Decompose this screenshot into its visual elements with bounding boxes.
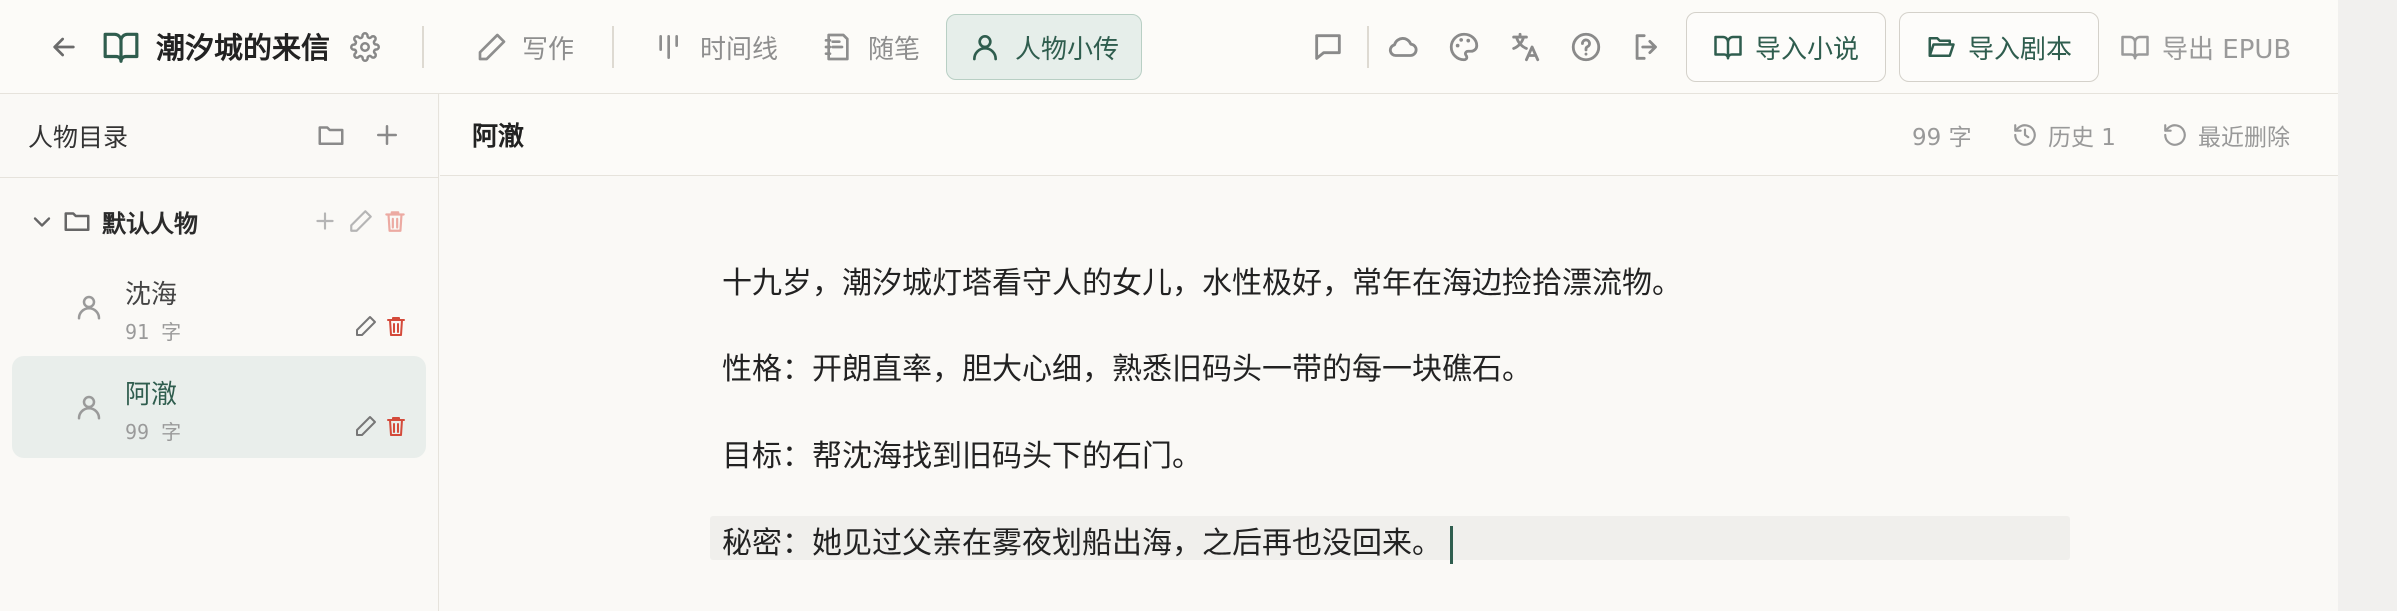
- history-icon: [2012, 122, 2038, 148]
- tab-characters[interactable]: 人物小传: [946, 14, 1143, 80]
- tab-label: 时间线: [700, 34, 779, 65]
- sidebar-title: 人物目录: [28, 123, 129, 152]
- add-character-icon[interactable]: [372, 120, 402, 150]
- person-icon: [74, 392, 104, 422]
- folder-icon: [62, 206, 92, 236]
- character-word-count: 99 字: [125, 420, 182, 444]
- history-button[interactable]: 历史 1: [2012, 118, 2116, 152]
- book-title: 潮汐城的来信: [156, 31, 331, 65]
- trash-icon[interactable]: [384, 314, 408, 338]
- tab-writing[interactable]: 写作: [454, 14, 596, 80]
- button-label: 导入小说: [1755, 34, 1860, 65]
- recently-deleted-label: 最近删除: [2198, 125, 2290, 151]
- palette-icon[interactable]: [1447, 30, 1481, 64]
- paragraph-current[interactable]: 秘密：她见过父亲在雾夜划船出海，之后再也没回来。: [722, 518, 1453, 564]
- text-caret: [1450, 525, 1453, 564]
- word-count: 99 字: [1912, 125, 1972, 151]
- editor-title: 阿澈: [472, 122, 525, 152]
- translate-icon[interactable]: [1508, 30, 1542, 64]
- button-label: 导出 EPUB: [2162, 34, 2292, 65]
- group-row[interactable]: 默认人物: [0, 194, 439, 250]
- import-novel-button[interactable]: 导入小说: [1686, 12, 1887, 82]
- notebook-icon: [822, 31, 854, 63]
- button-label: 导入剧本: [1968, 34, 2073, 65]
- tab-timeline[interactable]: 时间线: [632, 14, 800, 80]
- character-sidebar: 人物目录 默认人物 沈海 91 字 阿澈 99 字: [0, 94, 439, 611]
- character-item-active[interactable]: 阿澈 99 字: [12, 356, 426, 458]
- tab-notes[interactable]: 随笔: [800, 14, 942, 80]
- edit-icon[interactable]: [354, 314, 378, 338]
- divider: [612, 26, 614, 68]
- folder-open-icon: [1926, 32, 1956, 62]
- edit-icon[interactable]: [354, 414, 378, 438]
- window-edge: [2338, 0, 2397, 611]
- timeline-icon: [654, 31, 686, 63]
- restore-icon: [2162, 122, 2188, 148]
- character-item[interactable]: 沈海 91 字: [12, 256, 426, 358]
- top-bar: 潮汐城的来信 写作 时间线 随笔 人物小传 导入小说 导入剧本 导出 EPUB: [0, 0, 2338, 94]
- recently-deleted-button[interactable]: 最近删除: [2162, 118, 2290, 152]
- person-icon: [74, 292, 104, 322]
- tab-label: 人物小传: [1015, 34, 1120, 65]
- divider: [422, 26, 424, 68]
- character-word-count: 91 字: [125, 320, 182, 344]
- export-epub-button[interactable]: 导出 EPUB: [2120, 12, 2291, 82]
- character-name: 沈海: [125, 280, 178, 310]
- pen-icon: [476, 31, 508, 63]
- add-icon[interactable]: [312, 208, 338, 234]
- paragraph[interactable]: 性格：开朗直率，胆大心细，熟悉旧码头一带的每一块礁石。: [722, 344, 1532, 388]
- cloud-icon[interactable]: [1386, 30, 1420, 64]
- person-icon: [969, 31, 1001, 63]
- new-folder-icon[interactable]: [316, 120, 346, 150]
- comment-icon[interactable]: [1311, 30, 1345, 64]
- divider: [1367, 26, 1369, 68]
- character-name: 阿澈: [125, 380, 178, 410]
- book-open-icon: [2120, 32, 2150, 62]
- group-label: 默认人物: [102, 210, 198, 238]
- tab-label: 写作: [522, 34, 575, 65]
- paragraph-text: 秘密：她见过父亲在雾夜划船出海，之后再也没回来。: [722, 526, 1442, 561]
- gear-icon[interactable]: [350, 32, 380, 62]
- editor-header: 阿澈 99 字 历史 1 最近删除: [440, 94, 2338, 176]
- paragraph[interactable]: 目标：帮沈海找到旧码头下的石门。: [722, 431, 1202, 475]
- edit-icon[interactable]: [348, 208, 374, 234]
- help-icon[interactable]: [1569, 30, 1603, 64]
- paragraph[interactable]: 十九岁，潮汐城灯塔看守人的女儿，水性极好，常年在海边捡拾漂流物。: [722, 258, 1682, 302]
- book-open-icon: [102, 28, 140, 66]
- trash-icon[interactable]: [382, 208, 408, 234]
- history-label: 历史 1: [2048, 125, 2116, 151]
- chevron-down-icon[interactable]: [28, 208, 56, 236]
- trash-icon[interactable]: [384, 414, 408, 438]
- back-arrow-icon[interactable]: [48, 31, 80, 63]
- import-script-button[interactable]: 导入剧本: [1899, 12, 2100, 82]
- tab-label: 随笔: [868, 34, 921, 65]
- character-editor: 阿澈 99 字 历史 1 最近删除 十九岁，潮汐城灯塔看守人的女儿，水性极好，常…: [440, 94, 2338, 611]
- sidebar-header: 人物目录: [0, 94, 439, 178]
- book-open-icon: [1713, 32, 1743, 62]
- logout-icon[interactable]: [1630, 30, 1664, 64]
